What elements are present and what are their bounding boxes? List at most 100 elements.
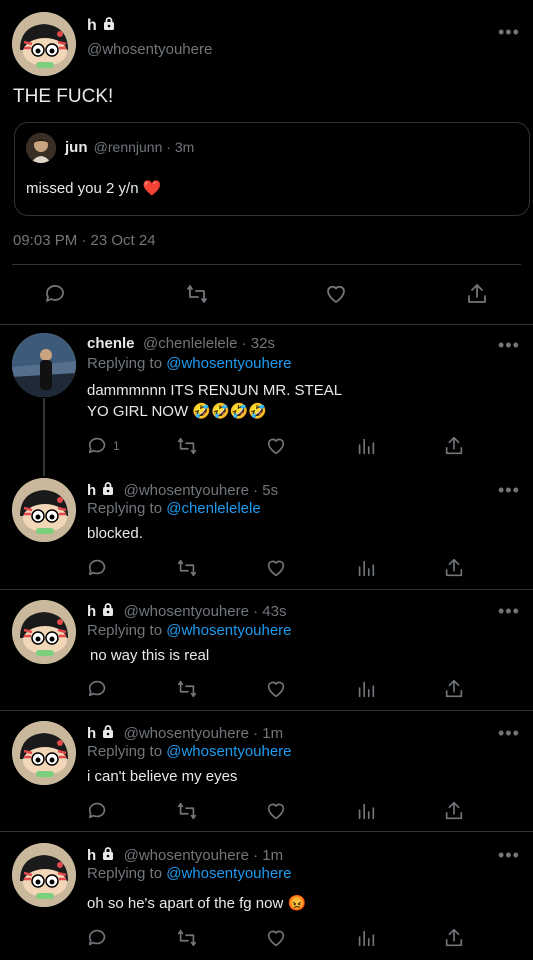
author-name[interactable]: h xyxy=(87,16,116,35)
retweet-button[interactable] xyxy=(185,282,209,306)
like-button[interactable] xyxy=(265,678,287,700)
author-name-text: h xyxy=(87,17,97,34)
analytics-icon xyxy=(358,803,375,820)
analytics-button[interactable] xyxy=(355,435,377,457)
reply-author-name[interactable]: h xyxy=(87,482,96,499)
retweet-icon xyxy=(177,559,197,577)
divider xyxy=(0,710,533,711)
analytics-button[interactable] xyxy=(355,557,377,579)
reply-icon xyxy=(88,802,106,819)
reply-meta: @chenlelelele · 32s xyxy=(142,335,275,352)
reply-icon xyxy=(88,929,106,946)
analytics-button[interactable] xyxy=(355,800,377,822)
reply-icon xyxy=(46,285,64,302)
quote-author-name: jun xyxy=(65,139,88,156)
reply-button[interactable] xyxy=(87,557,109,579)
more-options-button[interactable]: ••• xyxy=(498,336,520,354)
avatar[interactable] xyxy=(12,600,76,664)
share-button[interactable] xyxy=(443,678,465,700)
reply-button[interactable] xyxy=(87,927,109,949)
divider xyxy=(0,324,533,325)
more-options-button[interactable]: ••• xyxy=(498,23,520,41)
like-button[interactable] xyxy=(265,557,287,579)
heart-icon xyxy=(267,560,285,577)
share-icon xyxy=(468,284,486,303)
lock-icon xyxy=(102,725,115,739)
reply-text: oh so he's apart of the fg now 😡 xyxy=(87,895,307,912)
reply-author-name[interactable]: h xyxy=(87,603,96,620)
reply-meta: @whosentyouhere · 5s xyxy=(123,482,279,499)
share-icon xyxy=(445,558,463,577)
avatar-image xyxy=(12,12,76,76)
quote-text: missed you 2 y/n ❤️ xyxy=(26,180,162,197)
analytics-icon xyxy=(358,438,375,455)
analytics-button[interactable] xyxy=(355,927,377,949)
share-button[interactable] xyxy=(443,557,465,579)
reply-button[interactable] xyxy=(44,282,68,306)
replying-to-link[interactable]: @whosentyouhere xyxy=(166,865,291,882)
reply-button[interactable] xyxy=(87,800,109,822)
avatar-image xyxy=(12,843,76,907)
reply-button[interactable] xyxy=(87,678,109,700)
avatar-image xyxy=(12,478,76,542)
quote-author-handle-time: @rennjunn · 3m xyxy=(93,139,195,155)
avatar[interactable] xyxy=(12,843,76,907)
like-button[interactable] xyxy=(265,800,287,822)
reply-author-name[interactable]: h xyxy=(87,847,96,864)
retweet-button[interactable] xyxy=(176,678,198,700)
retweet-button[interactable] xyxy=(176,800,198,822)
reply-button[interactable]: 1 xyxy=(87,435,120,457)
reply-icon xyxy=(88,437,106,454)
avatar[interactable] xyxy=(12,478,76,542)
replying-to-link[interactable]: @whosentyouhere xyxy=(166,743,291,760)
tweet-text: THE FUCK! xyxy=(13,86,114,107)
more-options-button[interactable]: ••• xyxy=(498,724,520,742)
retweet-button[interactable] xyxy=(176,435,198,457)
replying-to-link[interactable]: @chenlelelele xyxy=(166,500,260,517)
quote-tweet-card[interactable]: jun @rennjunn · 3m missed you 2 y/n ❤️ xyxy=(14,122,530,216)
more-options-button[interactable]: ••• xyxy=(498,481,520,499)
heart-icon xyxy=(267,681,285,698)
retweet-icon xyxy=(187,285,207,303)
like-button[interactable] xyxy=(265,435,287,457)
lock-icon xyxy=(102,482,115,496)
share-icon xyxy=(445,679,463,698)
quote-avatar xyxy=(26,133,56,163)
author-handle[interactable]: @whosentyouhere xyxy=(87,41,212,58)
share-button[interactable] xyxy=(443,800,465,822)
lock-icon xyxy=(102,603,115,617)
share-button[interactable] xyxy=(443,435,465,457)
avatar-image xyxy=(12,721,76,785)
share-icon xyxy=(445,928,463,947)
reply-author-name[interactable]: h xyxy=(87,725,96,742)
more-options-button[interactable]: ••• xyxy=(498,846,520,864)
replying-to-link[interactable]: @whosentyouhere xyxy=(166,355,291,372)
tweet-timestamp[interactable]: 09:03 PM · 23 Oct 24 xyxy=(13,232,156,249)
divider xyxy=(0,589,533,590)
reply-author-name[interactable]: chenle xyxy=(87,335,135,352)
like-button[interactable] xyxy=(265,927,287,949)
thread-line xyxy=(43,398,45,476)
replying-to-link[interactable]: @whosentyouhere xyxy=(166,622,291,639)
replying-to-label: Replying to xyxy=(87,865,167,882)
reply-text-line: YO GIRL NOW 🤣🤣🤣🤣 xyxy=(87,403,267,420)
divider xyxy=(0,831,533,832)
avatar[interactable] xyxy=(12,12,76,76)
reply-text: blocked. xyxy=(87,525,143,542)
reply-text: no way this is real xyxy=(90,647,210,664)
reply-text-line: dammmnnn ITS RENJUN MR. STEAL xyxy=(87,382,343,399)
share-button[interactable] xyxy=(443,927,465,949)
share-button[interactable] xyxy=(465,282,489,306)
analytics-button[interactable] xyxy=(355,678,377,700)
avatar[interactable] xyxy=(12,721,76,785)
replying-to-label: Replying to xyxy=(87,355,167,372)
like-button[interactable] xyxy=(324,282,348,306)
lock-icon xyxy=(102,17,115,31)
more-options-button[interactable]: ••• xyxy=(498,602,520,620)
retweet-button[interactable] xyxy=(176,557,198,579)
avatar-image xyxy=(12,600,76,664)
heart-icon xyxy=(267,930,285,947)
analytics-icon xyxy=(358,560,375,577)
retweet-button[interactable] xyxy=(176,927,198,949)
avatar[interactable] xyxy=(12,333,76,397)
